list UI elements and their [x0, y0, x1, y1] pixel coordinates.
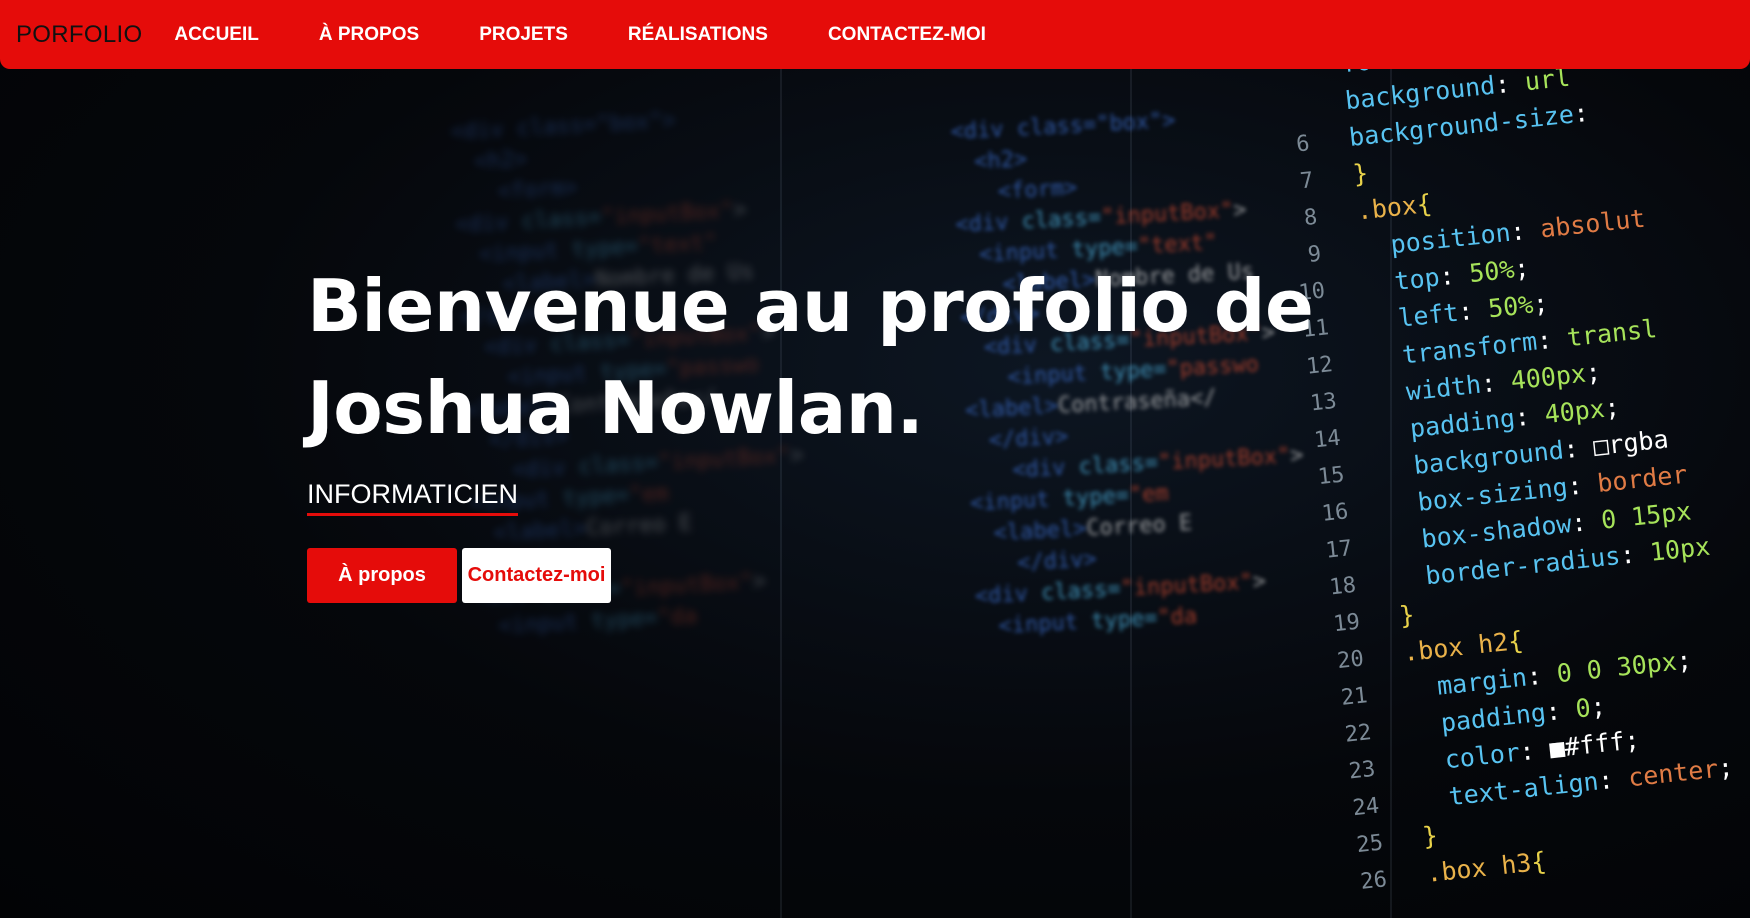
hero-section: Bienvenue au profolio de Joshua Nowlan. …	[307, 255, 1314, 603]
hero-buttons: À propos Contactez-moi	[307, 548, 1313, 603]
page: <div class="box"> <h2> <form> <div class="i…	[0, 0, 1750, 918]
nav-link-contactez-moi[interactable]: CONTACTEZ-MOI	[828, 24, 986, 46]
hero-title-line-2: Joshua Nowlan.	[307, 366, 924, 450]
navbar: PORFOLIO ACCUEIL À PROPOS PROJETS RÉALIS…	[0, 0, 1750, 69]
nav-link-realisations[interactable]: RÉALISATIONS	[628, 24, 768, 46]
hero-subtitle: INFORMATICIEN	[307, 479, 518, 516]
hero-title: Bienvenue au profolio de Joshua Nowlan.	[307, 255, 1314, 459]
nav-links: ACCUEIL À PROPOS PROJETS RÉALISATIONS CO…	[174, 24, 1045, 46]
nav-link-projets[interactable]: PROJETS	[479, 24, 568, 46]
background-code-css: font-size: 2background: url6background-s…	[1240, 13, 1743, 903]
about-button[interactable]: À propos	[307, 548, 457, 603]
brand-logo[interactable]: PORFOLIO	[16, 21, 142, 49]
nav-link-a-propos[interactable]: À PROPOS	[319, 24, 419, 46]
contact-button[interactable]: Contactez-moi	[462, 548, 611, 603]
hero-title-line-1: Bienvenue au profolio de	[307, 264, 1314, 348]
nav-link-accueil[interactable]: ACCUEIL	[174, 24, 258, 46]
